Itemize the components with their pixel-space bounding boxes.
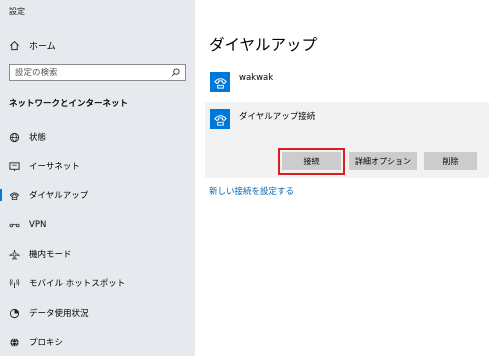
airplane-icon (9, 249, 20, 260)
sidebar-item-hotspot[interactable]: モバイル ホットスポット (0, 274, 195, 292)
search-input[interactable] (15, 67, 171, 78)
vpn-icon (9, 223, 20, 227)
sidebar-item-label: イーサネット (29, 162, 80, 172)
globe-icon (9, 132, 20, 142)
sidebar: 設定 ホーム ネットワークとインターネット 状態 イーサネット (0, 0, 195, 356)
delete-button[interactable]: 削除 (424, 152, 477, 170)
data-usage-icon (9, 308, 20, 318)
dialup-connection-icon (210, 109, 230, 129)
phone-icon (9, 192, 20, 200)
sidebar-item-dialup[interactable]: ダイヤルアップ (0, 186, 195, 204)
sidebar-item-proxy[interactable]: プロキシ (0, 333, 195, 351)
sidebar-item-airplane[interactable]: 機内モード (0, 245, 195, 263)
dialup-connection-icon (210, 72, 230, 92)
sidebar-item-status[interactable]: 状態 (0, 128, 195, 146)
section-title: ネットワークとインターネット (9, 99, 129, 109)
sidebar-item-label: モバイル ホットスポット (29, 279, 126, 289)
connection-name: wakwak (239, 73, 274, 83)
search-icon (171, 68, 180, 77)
hotspot-icon (9, 278, 20, 288)
sidebar-item-label: VPN (29, 220, 47, 230)
ethernet-icon (9, 161, 20, 171)
sidebar-item-label: 状態 (29, 133, 47, 143)
setup-new-connection-link[interactable]: 新しい接続を設定する (209, 185, 294, 197)
sidebar-item-label: 機内モード (29, 250, 72, 260)
sidebar-home-label: ホーム (29, 41, 56, 52)
advanced-options-button[interactable]: 詳細オプション (349, 152, 417, 170)
sidebar-item-label: ダイヤルアップ (29, 191, 89, 201)
home-icon (10, 40, 19, 50)
connect-button-highlight (278, 148, 345, 175)
sidebar-home[interactable]: ホーム (9, 38, 56, 52)
sidebar-item-label: データ使用状況 (29, 309, 89, 319)
proxy-globe-icon (10, 337, 19, 347)
window-title: 設定 (9, 7, 25, 16)
page-title: ダイヤルアップ (209, 36, 318, 54)
sidebar-item-data-usage[interactable]: データ使用状況 (0, 304, 195, 322)
sidebar-item-ethernet[interactable]: イーサネット (0, 157, 195, 175)
connection-item-wakwak[interactable]: wakwak (205, 65, 489, 97)
sidebar-item-label: プロキシ (29, 338, 64, 348)
search-box[interactable] (9, 64, 186, 81)
sidebar-item-vpn[interactable]: VPN (0, 216, 195, 234)
connection-name: ダイヤルアップ接続 (239, 112, 316, 122)
